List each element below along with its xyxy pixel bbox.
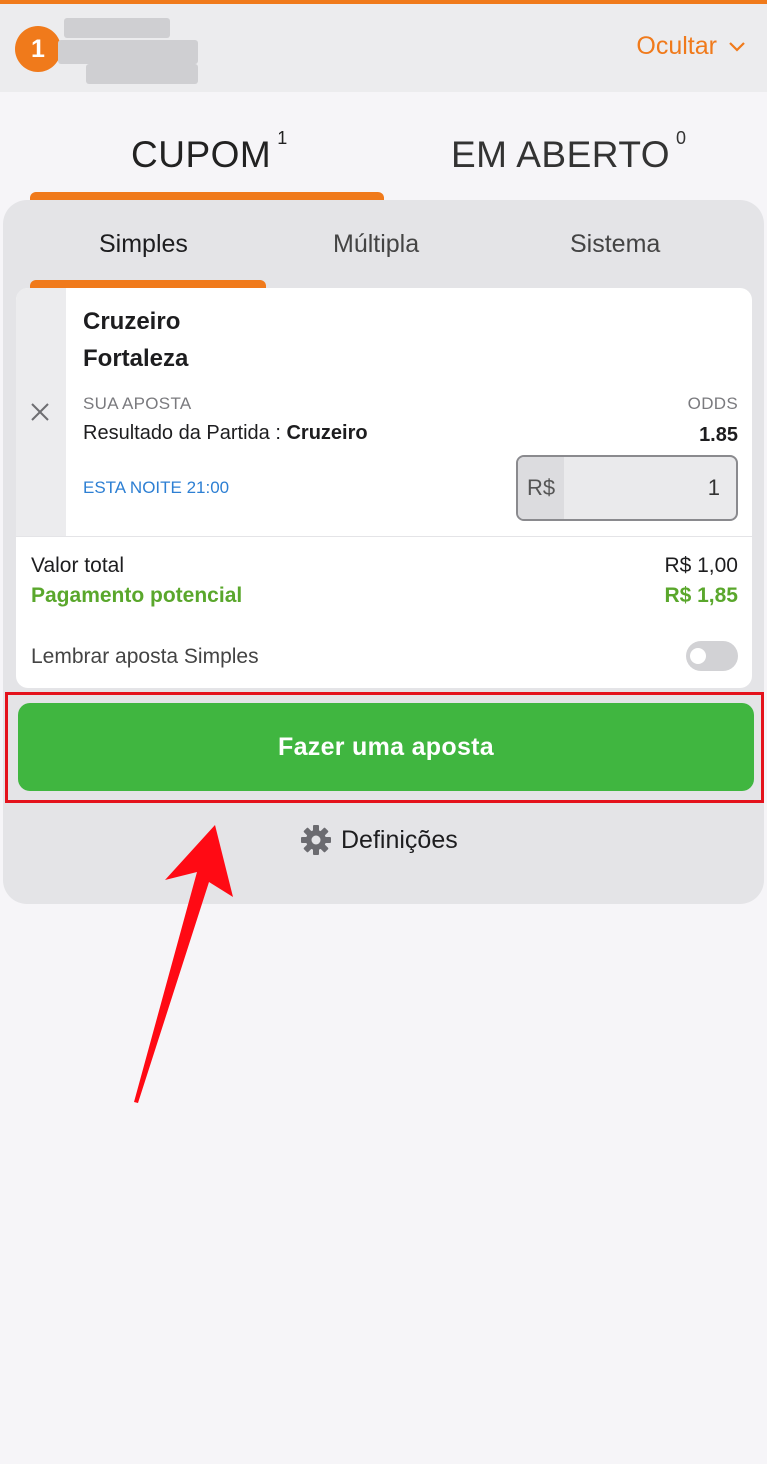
payout-value: R$ 1,85 bbox=[664, 584, 738, 607]
tab-em-aberto-label: EM ABERTO bbox=[451, 134, 671, 175]
hide-label: Ocultar bbox=[636, 32, 717, 60]
remove-selection-button[interactable] bbox=[16, 288, 66, 536]
subtab-sistema[interactable]: Sistema bbox=[570, 230, 660, 259]
total-label: Valor total bbox=[31, 554, 124, 577]
gear-icon bbox=[301, 825, 331, 855]
odds-label: ODDS bbox=[687, 394, 738, 413]
hide-betslip-button[interactable]: Ocultar bbox=[636, 32, 745, 61]
bet-selection-card: Cruzeiro Fortaleza SUA APOSTA ODDS Resul… bbox=[16, 288, 752, 688]
payout-label: Pagamento potencial bbox=[31, 584, 243, 607]
tab-cupom-count: 1 bbox=[277, 128, 288, 148]
stake-input[interactable] bbox=[564, 457, 736, 519]
remember-bet-toggle[interactable] bbox=[686, 641, 738, 671]
subtab-multipla[interactable]: Múltipla bbox=[333, 230, 419, 259]
subtab-simples[interactable]: Simples bbox=[99, 230, 188, 259]
betslip-header: 1 Ocultar bbox=[0, 4, 767, 92]
betslip-tabs: CUPOM 1 EM ABERTO 0 bbox=[0, 92, 767, 200]
active-tab-indicator bbox=[30, 192, 384, 200]
selection-name: Cruzeiro bbox=[286, 422, 368, 444]
settings-link[interactable]: Definições bbox=[300, 824, 458, 856]
betslip-panel: Simples Múltipla Sistema Cruzeiro Fortal… bbox=[3, 200, 764, 904]
tab-cupom-label: CUPOM bbox=[131, 134, 272, 175]
stake-field[interactable]: R$ bbox=[516, 455, 738, 521]
place-bet-button[interactable]: Fazer uma aposta bbox=[18, 703, 754, 791]
market-selection: Resultado da Partida : Cruzeiro bbox=[83, 422, 368, 445]
active-subtab-indicator bbox=[30, 280, 266, 288]
event-time: ESTA NOITE 21:00 bbox=[83, 478, 230, 497]
settings-label: Definições bbox=[341, 825, 458, 854]
divider bbox=[16, 536, 752, 537]
selection-count-badge: 1 bbox=[15, 26, 61, 72]
toggle-knob bbox=[690, 648, 706, 664]
chevron-down-icon bbox=[729, 41, 745, 52]
stake-currency: R$ bbox=[518, 457, 564, 519]
tab-em-aberto-count: 0 bbox=[676, 128, 687, 148]
tab-cupom[interactable]: CUPOM 1 bbox=[131, 128, 288, 176]
highlight-box: Fazer uma aposta bbox=[5, 692, 764, 803]
remember-bet-label: Lembrar aposta Simples bbox=[31, 645, 259, 668]
redacted-username bbox=[58, 14, 198, 84]
total-value: R$ 1,00 bbox=[664, 554, 738, 577]
odds-value: 1.85 bbox=[699, 424, 738, 446]
your-bet-label: SUA APOSTA bbox=[83, 394, 192, 413]
home-team: Cruzeiro bbox=[83, 308, 181, 335]
away-team: Fortaleza bbox=[83, 345, 189, 372]
close-icon bbox=[31, 403, 49, 421]
market-name: Resultado da Partida : bbox=[83, 422, 287, 444]
tab-em-aberto[interactable]: EM ABERTO 0 bbox=[451, 128, 687, 176]
